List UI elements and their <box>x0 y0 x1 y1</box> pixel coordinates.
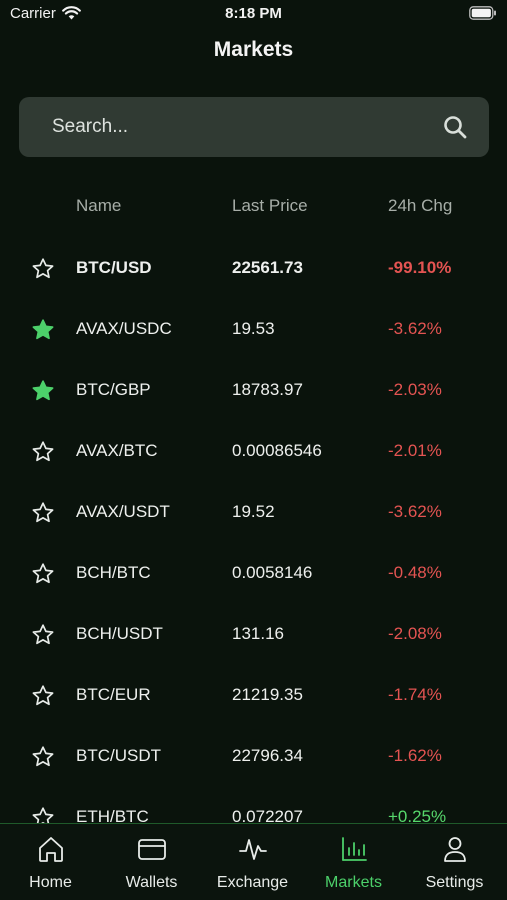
last-price: 131.16 <box>232 624 284 643</box>
star-outline-icon[interactable] <box>31 623 55 647</box>
star-outline-icon[interactable] <box>31 257 55 281</box>
star-outline-icon[interactable] <box>31 684 55 708</box>
tab-home[interactable]: Home <box>0 824 101 900</box>
status-bar: Carrier 8:18 PM <box>0 0 507 30</box>
change-24h: -1.62% <box>388 746 442 765</box>
change-24h: +0.25% <box>388 807 447 823</box>
last-price: 21219.35 <box>232 685 303 704</box>
market-row[interactable]: AVAX/USDT 19.52 -3.62% <box>0 481 507 542</box>
search-bar[interactable] <box>19 97 489 157</box>
market-row[interactable]: BTC/USD 22561.73 -99.10% <box>0 237 507 298</box>
table-header: Name Last Price 24h Chg <box>0 196 507 220</box>
pair-name: BTC/USD <box>76 258 152 277</box>
person-icon <box>443 837 466 862</box>
pair-name: AVAX/BTC <box>76 441 158 460</box>
pulse-icon <box>238 839 267 860</box>
last-price: 0.072207 <box>232 807 303 823</box>
pair-name: BTC/USDT <box>76 746 161 765</box>
market-row[interactable]: AVAX/USDC 19.53 -3.62% <box>0 298 507 359</box>
change-24h: -99.10% <box>388 258 452 277</box>
tab-markets[interactable]: Markets <box>303 824 404 900</box>
column-header-name[interactable]: Name <box>76 196 121 216</box>
tab-label: Wallets <box>125 874 178 891</box>
last-price: 22561.73 <box>232 258 303 277</box>
page-title: Markets <box>213 38 294 61</box>
clock: 8:18 PM <box>225 5 282 22</box>
pair-name: BCH/BTC <box>76 563 151 582</box>
change-24h: -2.08% <box>388 624 442 643</box>
tab-label: Markets <box>325 874 382 891</box>
change-24h: -1.74% <box>388 685 442 704</box>
last-price: 19.52 <box>232 502 275 521</box>
tab-wallets[interactable]: Wallets <box>101 824 202 900</box>
tab-label: Exchange <box>216 874 289 891</box>
change-24h: -0.48% <box>388 563 442 582</box>
market-row[interactable]: BTC/EUR 21219.35 -1.74% <box>0 664 507 725</box>
market-row[interactable]: BCH/BTC 0.0058146 -0.48% <box>0 542 507 603</box>
wallet-icon <box>137 839 166 860</box>
change-24h: -2.03% <box>388 380 442 399</box>
battery-icon <box>469 6 497 25</box>
star-outline-icon[interactable] <box>31 501 55 525</box>
last-price: 19.53 <box>232 319 275 338</box>
tab-exchange[interactable]: Exchange <box>202 824 303 900</box>
star-filled-icon[interactable] <box>31 379 55 403</box>
last-price: 22796.34 <box>232 746 303 765</box>
pair-name: BCH/USDT <box>76 624 163 643</box>
market-row[interactable]: BTC/GBP 18783.97 -2.03% <box>0 359 507 420</box>
tab-bar: Home Wallets Exchange Markets Settings <box>0 823 507 900</box>
column-header-last-price[interactable]: Last Price <box>232 196 308 216</box>
pair-name: BTC/EUR <box>76 685 151 704</box>
market-list[interactable]: BTC/USD 22561.73 -99.10% AVAX/USDC 19.53 -3.6… <box>0 237 507 823</box>
pair-name: BTC/GBP <box>76 380 151 399</box>
star-outline-icon[interactable] <box>31 562 55 586</box>
market-row[interactable]: AVAX/BTC 0.00086546 -2.01% <box>0 420 507 481</box>
tab-label: Home <box>29 874 72 891</box>
change-24h: -3.62% <box>388 319 442 338</box>
last-price: 18783.97 <box>232 380 303 399</box>
market-row[interactable]: ETH/BTC 0.072207 +0.25% <box>0 786 507 823</box>
markets-screen: Carrier 8:18 PM Markets Search... Name L… <box>0 0 507 900</box>
column-header-24h-change[interactable]: 24h Chg <box>388 196 452 216</box>
home-icon <box>38 837 63 862</box>
change-24h: -2.01% <box>388 441 442 460</box>
pair-name: AVAX/USDT <box>76 502 170 521</box>
pair-name: ETH/BTC <box>76 807 149 823</box>
market-row[interactable]: BCH/USDT 131.16 -2.08% <box>0 603 507 664</box>
bar-chart-icon <box>341 837 367 861</box>
star-outline-icon[interactable] <box>31 440 55 464</box>
change-24h: -3.62% <box>388 502 442 521</box>
star-outline-icon[interactable] <box>31 806 55 823</box>
tab-label: Settings <box>425 874 484 891</box>
last-price: 0.00086546 <box>232 441 322 460</box>
pair-name: AVAX/USDC <box>76 319 172 338</box>
market-row[interactable]: BTC/USDT 22796.34 -1.62% <box>0 725 507 786</box>
search-input[interactable] <box>52 97 412 157</box>
star-outline-icon[interactable] <box>31 745 55 769</box>
search-icon[interactable] <box>443 115 467 144</box>
last-price: 0.0058146 <box>232 563 313 582</box>
star-filled-icon[interactable] <box>31 318 55 342</box>
tab-settings[interactable]: Settings <box>404 824 505 900</box>
